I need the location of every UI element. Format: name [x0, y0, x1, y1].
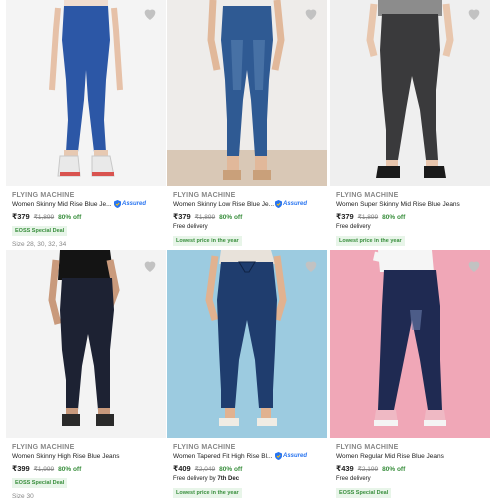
discount: 80% off [382, 466, 406, 473]
brand-name: FLYING MACHINE [336, 444, 399, 451]
product-image[interactable] [167, 250, 327, 438]
assured-badge: Assured [114, 200, 146, 208]
brand-name: FLYING MACHINE [12, 192, 75, 199]
product-card[interactable]: FLYING MACHINE Women Tapered Fit High Ri… [167, 250, 327, 500]
price-line: ₹409 ₹2,049 80% off [173, 464, 242, 473]
product-card[interactable]: FLYING MACHINE Women Skinny High Rise Bl… [6, 250, 166, 500]
product-image[interactable] [6, 250, 166, 438]
deal-badge: Lowest price in the year [173, 236, 242, 246]
brand-name: FLYING MACHINE [12, 444, 75, 451]
delivery-date: 7th Dec [217, 476, 240, 482]
heart-icon[interactable] [303, 258, 319, 274]
shield-icon [275, 200, 282, 208]
product-title[interactable]: Women Skinny High Rise Blue Jeans [12, 453, 162, 460]
delivery-info: Free delivery [173, 224, 208, 230]
product-image[interactable] [330, 250, 490, 438]
product-title[interactable]: Women Tapered Fit High Rise Bl... [173, 453, 277, 460]
discount: 80% off [58, 466, 82, 473]
discount: 80% off [58, 214, 82, 221]
price-line: ₹439 ₹2,199 80% off [336, 464, 405, 473]
mrp: ₹1,899 [33, 214, 55, 221]
product-title[interactable]: Women Skinny Mid Rise Blue Je... [12, 201, 116, 208]
discount: 80% off [219, 466, 243, 473]
price: ₹439 [336, 464, 354, 473]
product-title[interactable]: Women Super Skinny Mid Rise Blue Jeans [336, 201, 486, 208]
mrp: ₹1,899 [194, 214, 216, 221]
discount: 80% off [382, 214, 406, 221]
product-title[interactable]: Women Regular Mid Rise Blue Jeans [336, 453, 486, 460]
price: ₹379 [336, 212, 354, 221]
heart-icon[interactable] [466, 6, 482, 22]
price-line: ₹399 ₹1,999 80% off [12, 464, 81, 473]
brand-name: FLYING MACHINE [173, 192, 236, 199]
heart-icon[interactable] [142, 6, 158, 22]
price: ₹409 [173, 464, 191, 473]
discount: 80% off [219, 214, 243, 221]
heart-icon[interactable] [466, 258, 482, 274]
assured-badge: Assured [275, 452, 307, 460]
mrp: ₹2,049 [194, 466, 216, 473]
brand-name: FLYING MACHINE [173, 444, 236, 451]
product-image[interactable] [330, 0, 490, 186]
delivery-prefix: Free delivery by [173, 476, 218, 482]
delivery-info: Free delivery by 7th Dec [173, 476, 239, 482]
product-card[interactable]: FLYING MACHINE Women Skinny Mid Rise Blu… [6, 0, 166, 250]
price-line: ₹379 ₹1,899 80% off [173, 212, 242, 221]
assured-label: Assured [283, 201, 308, 207]
price-line: ₹379 ₹1,899 80% off [336, 212, 405, 221]
size-list: Size 28, 30, 32, 34 [12, 241, 67, 248]
price-line: ₹379 ₹1,899 80% off [12, 212, 81, 221]
deal-badge: EOSS Special Deal [12, 226, 68, 236]
heart-icon[interactable] [142, 258, 158, 274]
heart-icon[interactable] [303, 6, 319, 22]
delivery-info: Free delivery [336, 476, 371, 482]
product-card[interactable]: FLYING MACHINE Women Super Skinny Mid Ri… [330, 0, 490, 250]
deal-badge: EOSS Special Deal [336, 488, 392, 498]
assured-label: Assured [283, 453, 308, 459]
price: ₹379 [173, 212, 191, 221]
price: ₹399 [12, 464, 30, 473]
mrp: ₹1,999 [33, 466, 55, 473]
product-card[interactable]: FLYING MACHINE Women Skinny Low Rise Blu… [167, 0, 327, 250]
assured-badge: Assured [275, 200, 307, 208]
deal-badge: EOSS Special Deal [12, 478, 68, 488]
deal-badge: Lowest price in the year [336, 236, 405, 246]
size-list: Size 30 [12, 493, 34, 500]
deal-badge: Lowest price in the year [173, 488, 242, 498]
product-card[interactable]: FLYING MACHINE Women Regular Mid Rise Bl… [330, 250, 490, 500]
delivery-info: Free delivery [336, 224, 371, 230]
assured-label: Assured [122, 201, 147, 207]
mrp: ₹1,899 [357, 214, 379, 221]
product-title[interactable]: Women Skinny Low Rise Blue Je... [173, 201, 277, 208]
shield-icon [275, 452, 282, 460]
brand-name: FLYING MACHINE [336, 192, 399, 199]
product-image[interactable] [167, 0, 327, 186]
shield-icon [114, 200, 121, 208]
product-image[interactable] [6, 0, 166, 186]
price: ₹379 [12, 212, 30, 221]
mrp: ₹2,199 [357, 466, 379, 473]
